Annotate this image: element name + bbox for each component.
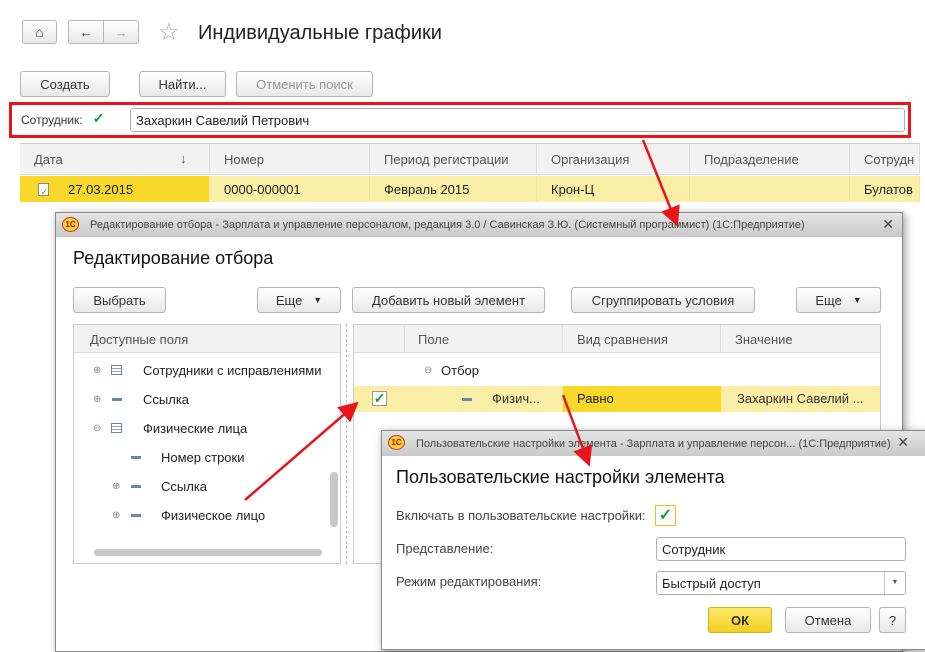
arrow [244,401,359,501]
annotation-arrows [244,139,680,501]
arrow [561,394,593,467]
arrow [641,139,680,227]
